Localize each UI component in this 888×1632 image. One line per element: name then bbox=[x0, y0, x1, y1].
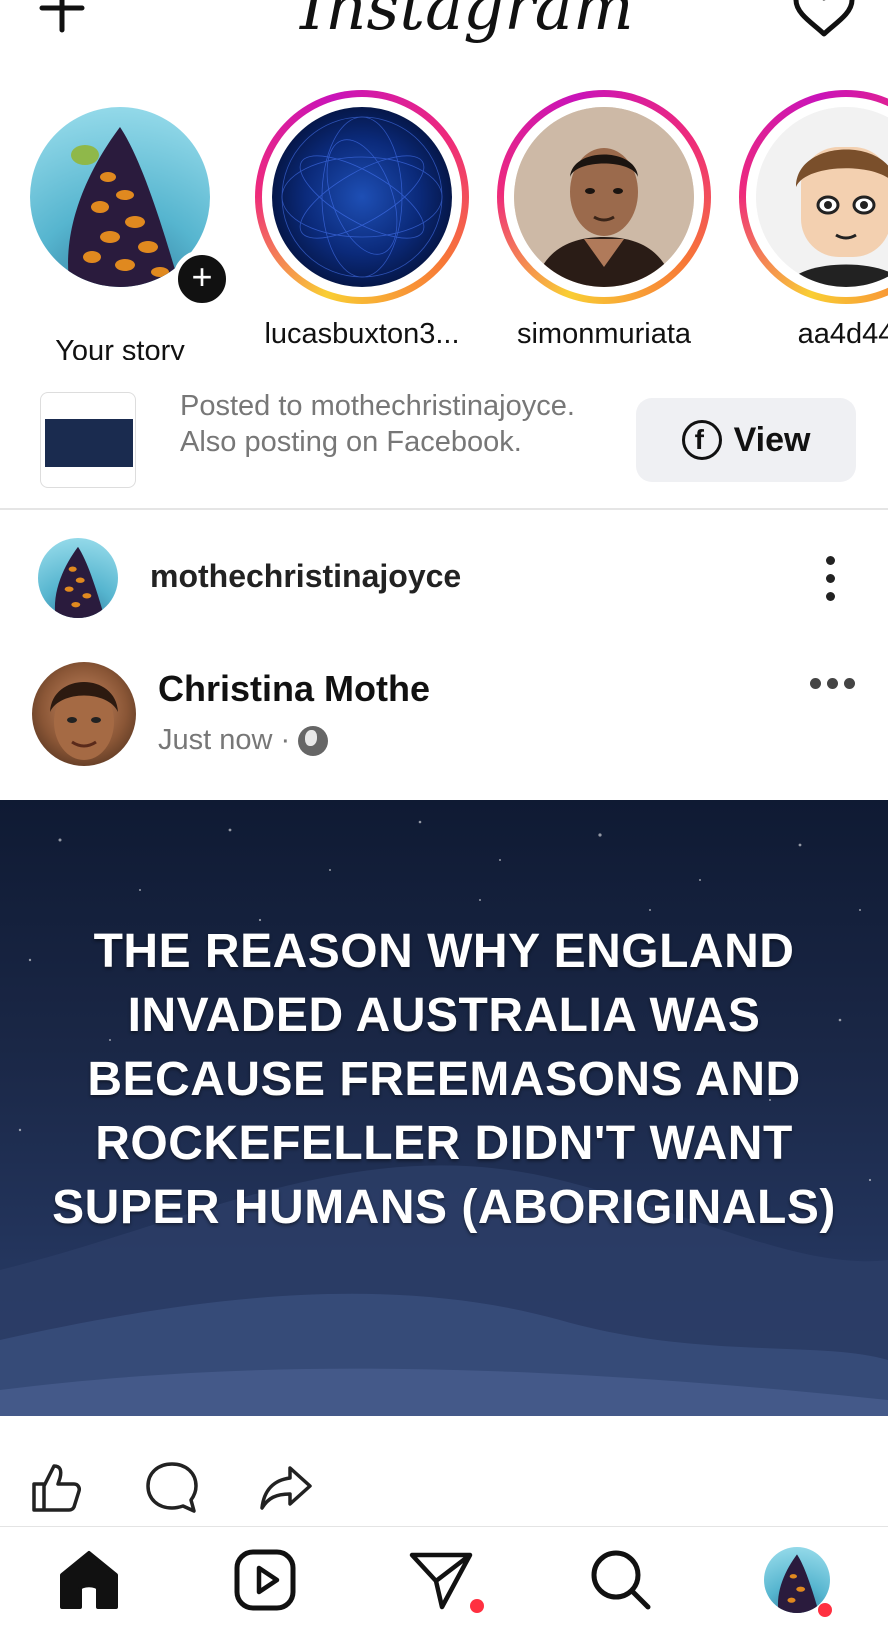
story-simonmuriata[interactable]: simonmuriata bbox=[484, 90, 724, 351]
post-thumbnail[interactable] bbox=[40, 392, 136, 488]
heart-icon[interactable] bbox=[790, 0, 858, 38]
story-label: lucasbuxton3... bbox=[264, 318, 460, 350]
author-avatar bbox=[32, 662, 136, 766]
story-your-story[interactable]: + Your story bbox=[0, 90, 240, 360]
messages-button[interactable] bbox=[408, 1547, 484, 1613]
home-icon[interactable] bbox=[56, 1547, 122, 1613]
post-username[interactable]: mothechristinajoyce bbox=[150, 558, 461, 595]
story-avatar bbox=[514, 107, 694, 287]
post-time: Just now bbox=[158, 724, 273, 756]
more-horizontal-icon bbox=[810, 678, 855, 689]
globe-icon bbox=[298, 725, 329, 756]
add-story-icon[interactable]: + bbox=[173, 250, 231, 308]
facebook-icon: f bbox=[681, 420, 722, 460]
author-name: Christina Mothe bbox=[158, 668, 431, 709]
view-button[interactable]: f View bbox=[636, 398, 856, 482]
instagram-logo: Instagram bbox=[300, 0, 634, 45]
story-label: aa4d44 bbox=[797, 318, 888, 350]
crosspost-banner: Posted to mothechristinajoyce. Also post… bbox=[0, 380, 888, 510]
top-bar: Instagram bbox=[0, 0, 888, 80]
story-label: Your story bbox=[55, 335, 185, 360]
story-ring bbox=[739, 90, 888, 304]
profile-tab[interactable] bbox=[764, 1547, 832, 1617]
notification-dot bbox=[818, 1603, 832, 1617]
story-avatar bbox=[272, 107, 452, 287]
post-caption-text: THE REASON WHY ENGLAND INVADED AUSTRALIA… bbox=[52, 925, 836, 1234]
comment-icon[interactable] bbox=[144, 1460, 200, 1516]
reels-icon[interactable] bbox=[232, 1547, 298, 1613]
share-icon[interactable] bbox=[258, 1460, 314, 1516]
post-meta: Just now · bbox=[158, 724, 329, 757]
facebook-post-header: Christina Mothe Just now · bbox=[0, 660, 888, 780]
search-icon[interactable] bbox=[588, 1547, 654, 1613]
post-image[interactable]: THE REASON WHY ENGLAND INVADED AUSTRALIA… bbox=[0, 800, 888, 1416]
story-ring bbox=[497, 90, 711, 304]
story-aa4d44[interactable]: aa4d44 bbox=[726, 90, 888, 351]
notification-dot bbox=[470, 1599, 484, 1613]
more-options-icon[interactable] bbox=[818, 556, 842, 606]
story-lucasbuxton[interactable]: lucasbuxton3... bbox=[242, 90, 482, 351]
like-icon[interactable] bbox=[28, 1460, 84, 1516]
story-label: simonmuriata bbox=[516, 318, 692, 350]
story-ring bbox=[255, 90, 469, 304]
crosspost-text: Posted to mothechristinajoyce. Also post… bbox=[180, 390, 575, 458]
plus-icon[interactable] bbox=[34, 0, 90, 38]
post-header: mothechristinajoyce bbox=[0, 520, 888, 640]
stories-tray: + Your story lucasbuxton3... simonmuriat… bbox=[0, 90, 888, 360]
post-author-avatar[interactable] bbox=[38, 538, 118, 618]
bottom-navigation bbox=[0, 1526, 888, 1632]
view-button-label: View bbox=[733, 420, 811, 459]
meta-separator: · bbox=[280, 724, 291, 756]
post-actions bbox=[0, 1440, 888, 1530]
messages-icon bbox=[409, 1552, 473, 1610]
profile-avatar bbox=[764, 1547, 830, 1613]
